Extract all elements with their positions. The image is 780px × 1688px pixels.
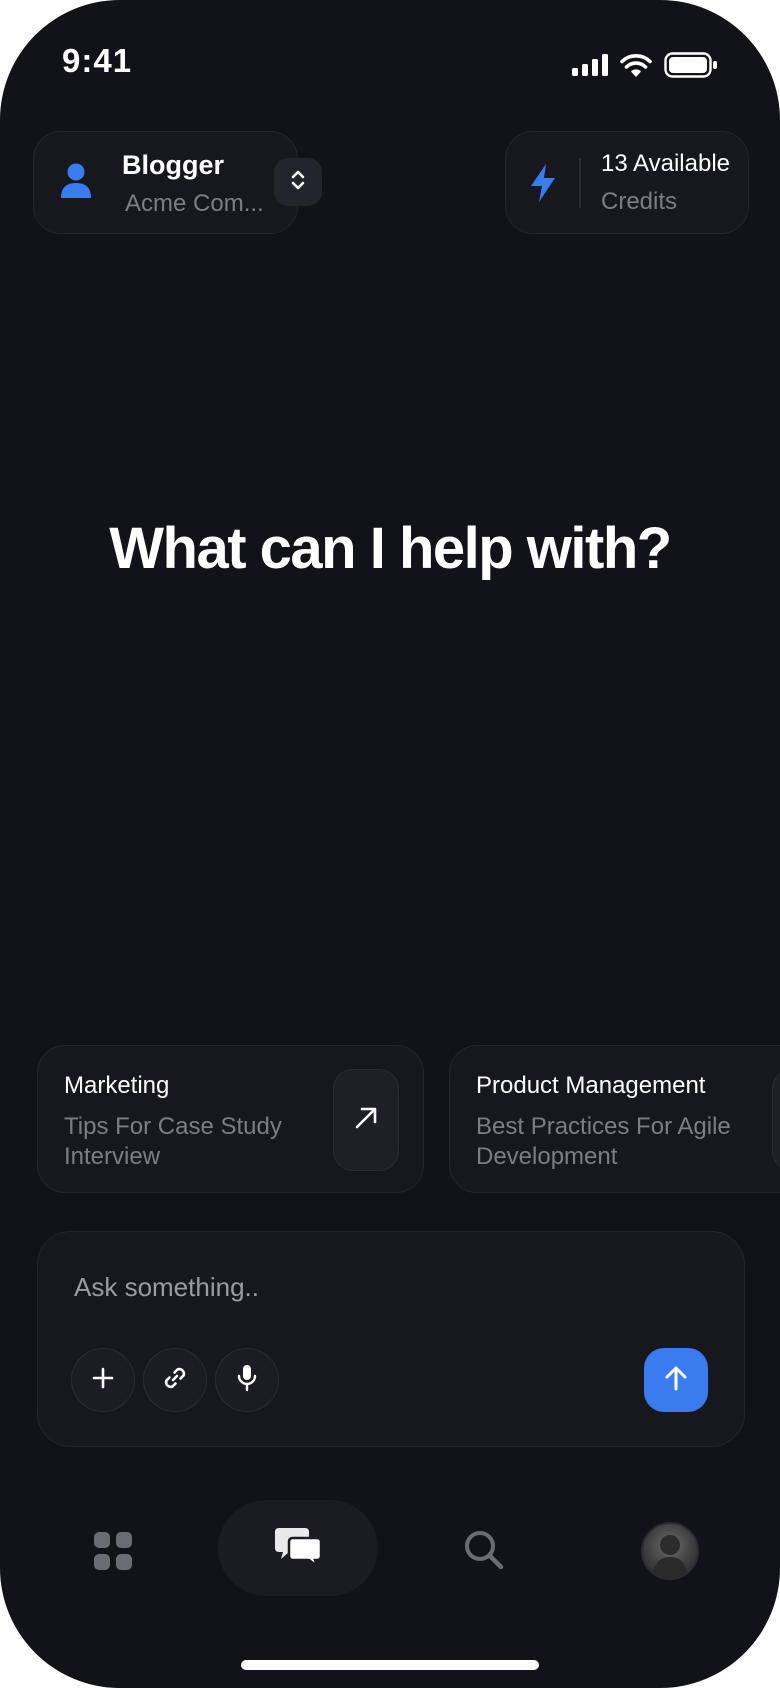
tab-apps[interactable] (84, 1524, 142, 1582)
company-name: Acme Com... (125, 190, 264, 217)
avatar-silhouette (653, 1535, 687, 1578)
credits-count: 13 Available (601, 150, 730, 177)
credits-divider (579, 158, 581, 208)
search-icon (463, 1529, 505, 1576)
prompt-composer (37, 1231, 745, 1447)
credits-label: Credits (601, 188, 678, 215)
prompt-input[interactable] (72, 1266, 676, 1308)
suggestion-open-button[interactable] (333, 1069, 399, 1171)
microphone-icon (236, 1363, 258, 1398)
voice-input-button[interactable] (215, 1348, 279, 1412)
status-time: 9:41 (62, 42, 133, 79)
chat-bubbles-icon (275, 1526, 323, 1571)
phone-screen: 9:41 Blogger Acme Com... 13 Available Cr… (0, 0, 780, 1688)
suggestion-card[interactable]: Marketing Tips For Case Study Interview (37, 1045, 424, 1193)
suggestion-description: Tips For Case Study Interview (64, 1113, 282, 1170)
role-title: Blogger (122, 150, 225, 180)
role-switch-button[interactable] (274, 158, 322, 206)
battery-icon (664, 52, 718, 83)
suggestion-title: Marketing (64, 1072, 170, 1099)
plus-icon (92, 1367, 114, 1394)
chevron-up-down-icon (290, 168, 306, 197)
home-indicator (241, 1660, 539, 1670)
wifi-icon (620, 53, 652, 82)
send-button[interactable] (644, 1348, 708, 1412)
suggestion-open-button[interactable] (772, 1069, 780, 1171)
role-selector[interactable]: Blogger Acme Com... (33, 131, 298, 234)
cellular-signal-icon (572, 54, 608, 81)
suggestion-description: Best Practices For Agile Development (476, 1113, 731, 1170)
suggestion-title: Product Management (476, 1072, 706, 1099)
add-attachment-button[interactable] (71, 1348, 135, 1412)
person-icon (60, 162, 92, 205)
profile-avatar[interactable] (641, 1522, 699, 1580)
credits-badge[interactable]: 13 Available Credits (505, 131, 749, 234)
tab-search[interactable] (456, 1524, 512, 1580)
tab-chat[interactable] (218, 1500, 378, 1596)
page-title: What can I help with? (109, 516, 672, 581)
suggestion-card[interactable]: Product Management Best Practices For Ag… (449, 1045, 780, 1193)
arrow-up-right-icon (353, 1105, 379, 1136)
link-icon (161, 1364, 189, 1397)
lightning-icon (530, 164, 556, 207)
status-icons (572, 52, 718, 83)
apps-grid-icon (94, 1531, 132, 1575)
attach-link-button[interactable] (143, 1348, 207, 1412)
arrow-up-icon (663, 1364, 689, 1397)
